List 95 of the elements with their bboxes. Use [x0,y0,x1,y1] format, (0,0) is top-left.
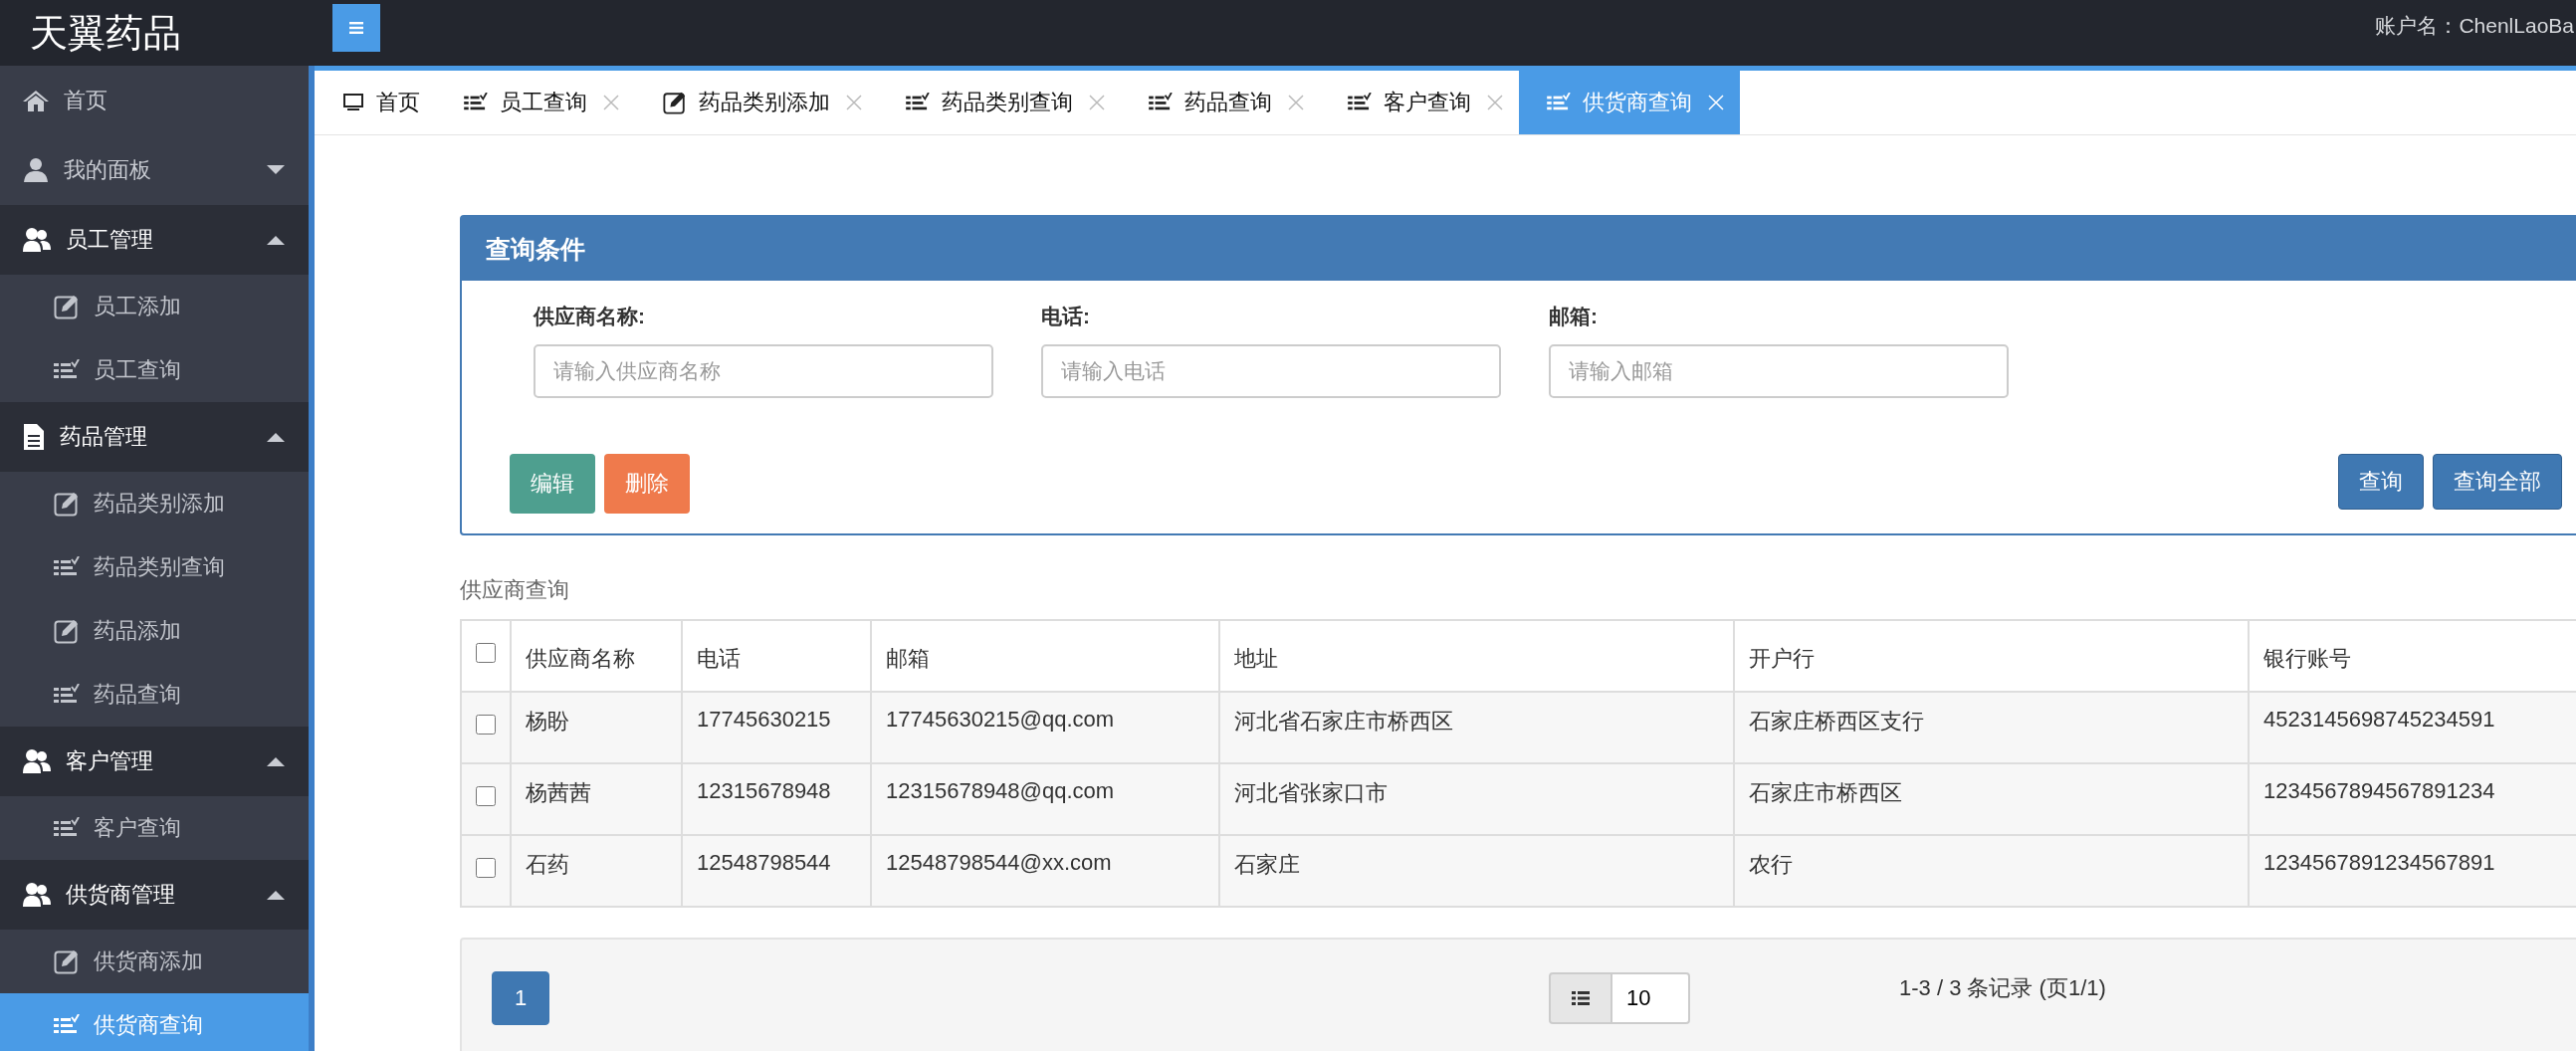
list-icon [906,93,930,112]
sidebar-subitem[interactable]: 员工添加 [0,275,309,338]
table-caption: 供应商查询 [460,576,570,604]
action-button[interactable]: 编辑 [510,454,595,514]
list-icon [54,1014,80,1036]
tab[interactable]: 药品类别查询 [878,71,1121,134]
edit-icon [54,618,80,644]
column-header: 地址 [1219,620,1734,692]
sidebar-item[interactable]: 客户管理 [0,727,309,796]
sidebar-subitem[interactable]: 供货商添加 [0,930,309,993]
input-field[interactable]: 请输入电话 [1041,344,1501,398]
column-header: 邮箱 [871,620,1219,692]
checkbox[interactable] [476,858,496,878]
column-header: 开户行 [1734,620,2249,692]
table-cell: 17745630215 [682,692,871,763]
table-cell: 石家庄桥西区支行 [1734,692,2249,763]
field-label: 供应商名称: [534,304,646,329]
list-icon [1547,93,1571,112]
tab[interactable]: 员工查询 [436,71,635,134]
table-cell: 12315678948 [682,763,871,835]
query-button[interactable]: 查询全部 [2433,454,2562,510]
record-summary: 1-3 / 3 条记录 (页1/1) [1899,974,2106,1002]
sidebar-item[interactable]: 员工管理 [0,205,309,275]
sidebar-subitem[interactable]: 药品类别查询 [0,535,309,599]
table-cell: 12548798544@xx.com [871,835,1219,907]
list-icon [1572,990,1590,1006]
table-cell: 1234567891234567891 [2249,835,2576,907]
close-icon[interactable] [1288,95,1304,110]
list-icon [1348,93,1372,112]
table-cell: 12315678948@qq.com [871,763,1219,835]
table-cell: 农行 [1734,835,2249,907]
table-cell: 杨盼 [511,692,682,763]
table-cell: 17745630215@qq.com [871,692,1219,763]
edit-icon [54,491,80,517]
list-icon [54,684,80,706]
sidebar-item[interactable]: 供货商管理 [0,860,309,930]
edit-icon [54,948,80,974]
table-cell: 12548798544 [682,835,871,907]
close-icon[interactable] [1089,95,1105,110]
sidebar-subitem[interactable]: 药品类别添加 [0,472,309,535]
tab[interactable]: 药品查询 [1121,71,1320,134]
file-icon [22,423,46,451]
list-icon [54,817,80,839]
list-icon [464,93,488,112]
tab[interactable]: 药品类别添加 [635,71,878,134]
table-cell: 石家庄 [1219,835,1734,907]
panel-title: 查询条件 [462,217,2576,281]
menu-button[interactable] [332,4,380,52]
caret-icon [267,756,285,766]
page-size-button[interactable] [1549,972,1612,1024]
input-field[interactable]: 请输入供应商名称 [534,344,993,398]
table-cell: 1234567894567891234 [2249,763,2576,835]
input-field[interactable]: 请输入邮箱 [1549,344,2009,398]
close-icon[interactable] [846,95,862,110]
list-icon [54,556,80,578]
table-cell: 河北省张家口市 [1219,763,1734,835]
table-cell: 河北省石家庄市桥西区 [1219,692,1734,763]
table-cell: 杨茜茜 [511,763,682,835]
tab[interactable]: 客户查询 [1320,71,1519,134]
tab[interactable]: 首页 [315,71,436,134]
caret-icon [267,432,285,442]
close-icon[interactable] [603,95,619,110]
page-button[interactable]: 1 [492,971,549,1025]
query-button[interactable]: 查询 [2338,454,2424,510]
caret-icon [267,890,285,900]
caret-icon [267,235,285,245]
sidebar-subitem[interactable]: 客户查询 [0,796,309,860]
monitor-icon [342,93,364,112]
table-cell: 石家庄市桥西区 [1734,763,2249,835]
edit-icon [54,294,80,319]
table-cell: 石药 [511,835,682,907]
field-label: 电话: [1041,304,1091,329]
sidebar-item[interactable]: 药品管理 [0,402,309,472]
caret-icon [267,165,285,175]
edit-icon [663,91,687,114]
menu-icon [349,22,363,34]
list-icon [1149,93,1173,112]
page-size-field[interactable]: 10 [1612,972,1690,1024]
account-name: 账户名：ChenlLaoBa [2375,13,2575,39]
users-icon [22,227,52,253]
field-label: 邮箱: [1549,304,1599,329]
users-icon [22,882,52,908]
users-icon [22,748,52,774]
sidebar-subitem[interactable]: 药品添加 [0,599,309,663]
checkbox[interactable] [476,643,496,663]
list-icon [54,359,80,381]
table-cell: 4523145698745234591 [2249,692,2576,763]
sidebar-subitem[interactable]: 药品查询 [0,663,309,727]
home-icon [22,89,50,112]
app-logo: 天翼药品 [29,10,182,56]
person-icon [22,157,50,183]
close-icon[interactable] [1487,95,1503,110]
checkbox[interactable] [476,715,496,735]
sidebar-subitem[interactable]: 员工查询 [0,338,309,402]
checkbox[interactable] [476,786,496,806]
